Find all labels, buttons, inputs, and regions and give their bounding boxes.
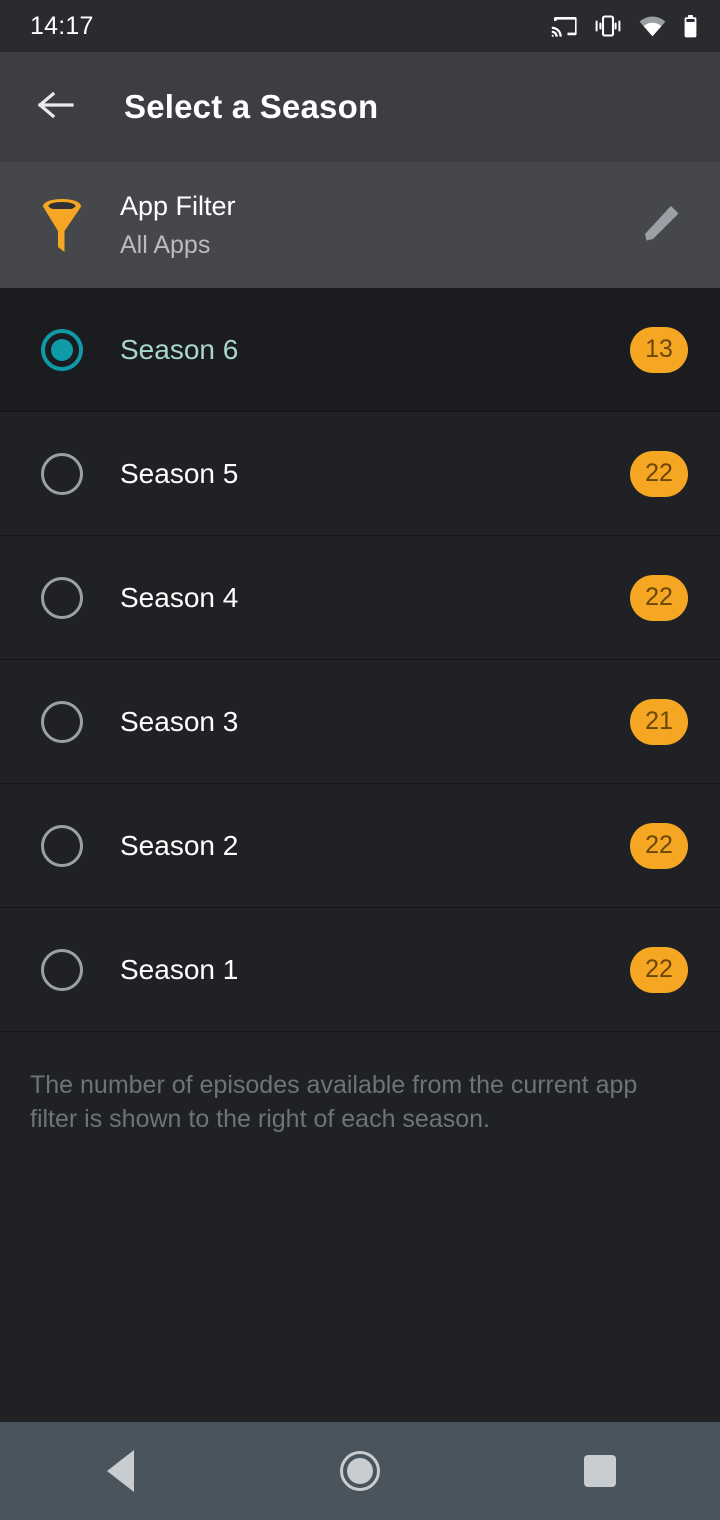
season-row[interactable]: Season 3 21 <box>0 660 720 784</box>
cast-icon <box>551 15 577 37</box>
season-label: Season 4 <box>120 581 239 613</box>
footer-note: The number of episodes available from th… <box>0 1032 720 1422</box>
status-icons <box>551 14 698 38</box>
episode-count-badge: 21 <box>630 698 688 745</box>
episode-count-badge: 22 <box>630 946 688 993</box>
episode-count-badge: 13 <box>630 326 688 373</box>
season-label: Season 3 <box>120 705 239 737</box>
season-row[interactable]: Season 5 22 <box>0 412 720 536</box>
app-filter-value: All Apps <box>120 230 211 259</box>
back-arrow-icon <box>37 90 74 125</box>
status-clock: 14:17 <box>30 11 94 40</box>
status-bar: 14:17 <box>0 0 720 52</box>
radio-unselected-icon <box>41 700 83 743</box>
home-circle-icon <box>340 1451 380 1491</box>
pencil-icon <box>640 201 684 250</box>
battery-icon <box>683 14 698 38</box>
recents-square-icon <box>584 1455 616 1487</box>
radio-unselected-icon <box>41 948 83 991</box>
back-triangle-icon <box>106 1450 134 1492</box>
season-radio[interactable] <box>34 824 90 867</box>
radio-selected-icon <box>41 328 83 371</box>
season-row[interactable]: Season 2 22 <box>0 784 720 908</box>
vibrate-icon <box>594 15 622 37</box>
season-row[interactable]: Season 4 22 <box>0 536 720 660</box>
episode-count-badge: 22 <box>630 450 688 497</box>
season-radio[interactable] <box>34 576 90 619</box>
season-label: Season 6 <box>120 333 239 365</box>
season-radio[interactable] <box>34 700 90 743</box>
season-label: Season 1 <box>120 953 239 985</box>
nav-back-button[interactable] <box>60 1422 180 1520</box>
season-radio[interactable] <box>34 452 90 495</box>
radio-unselected-icon <box>41 576 83 619</box>
system-nav-bar <box>0 1422 720 1520</box>
radio-unselected-icon <box>41 452 83 495</box>
app-bar: Select a Season <box>0 52 720 162</box>
nav-recents-button[interactable] <box>540 1422 660 1520</box>
season-radio[interactable] <box>34 948 90 991</box>
wifi-icon <box>639 16 666 37</box>
episode-count-badge: 22 <box>630 822 688 869</box>
funnel-icon <box>34 197 90 253</box>
nav-home-button[interactable] <box>300 1422 420 1520</box>
season-row[interactable]: Season 6 13 <box>0 288 720 412</box>
app-filter-title: App Filter <box>120 190 236 221</box>
app-filter-row[interactable]: App Filter All Apps <box>0 162 720 288</box>
season-row[interactable]: Season 1 22 <box>0 908 720 1032</box>
back-button[interactable] <box>34 85 78 129</box>
page-title: Select a Season <box>124 88 379 125</box>
episode-count-badge: 22 <box>630 574 688 621</box>
radio-unselected-icon <box>41 824 83 867</box>
app-screen: 14:17 Select a Season App Filter All App… <box>0 0 720 1520</box>
edit-filter-button[interactable] <box>634 201 690 250</box>
app-filter-text: App Filter All Apps <box>120 191 634 260</box>
season-list: Season 6 13 Season 5 22 Season 4 22 Seas… <box>0 288 720 1032</box>
season-label: Season 5 <box>120 457 239 489</box>
season-label: Season 2 <box>120 829 239 861</box>
season-radio[interactable] <box>34 328 90 371</box>
